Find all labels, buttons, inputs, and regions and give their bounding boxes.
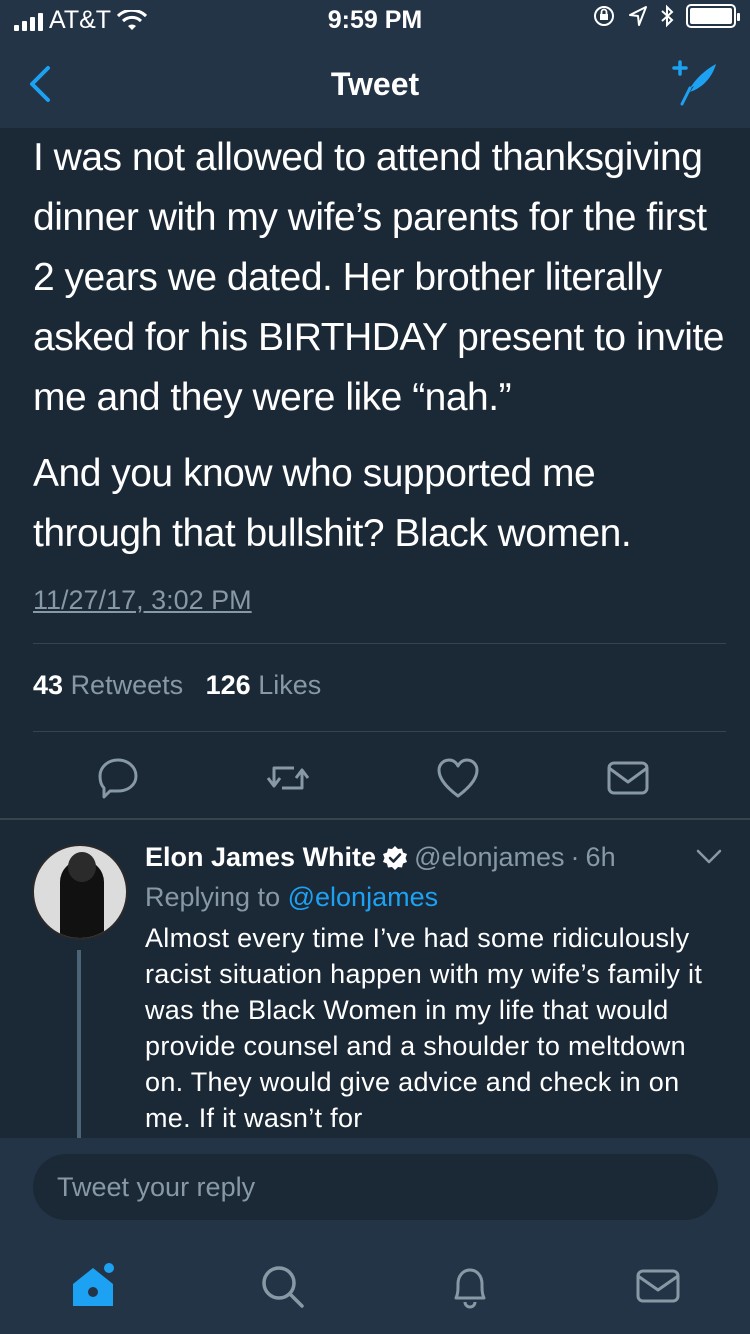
avatar[interactable] [32, 844, 128, 940]
page-title: Tweet [330, 66, 420, 102]
divider [33, 643, 726, 644]
author-handle[interactable]: @elonjames [414, 842, 564, 873]
nav-bar: Tweet [0, 40, 750, 128]
location-icon [629, 6, 647, 26]
reply-tweet[interactable]: Elon James White @elonjames · 6h Replyin… [0, 822, 750, 1138]
reply-header: Elon James White @elonjames · 6h [145, 842, 616, 873]
tweet-paragraph: And you know who supported me through th… [33, 452, 632, 555]
reply-composer-bar [0, 1138, 750, 1238]
orientation-lock-icon [594, 6, 614, 26]
time-ago: 6h [585, 842, 616, 872]
bell-icon[interactable] [446, 1262, 494, 1310]
mention-link[interactable]: @elonjames [288, 882, 438, 912]
home-icon[interactable] [69, 1262, 117, 1310]
retweet-icon[interactable] [266, 756, 310, 800]
verified-badge-icon [383, 845, 408, 870]
battery-icon [686, 4, 740, 28]
tweet-stats: 43 Retweets 126 Likes [33, 670, 321, 701]
search-icon[interactable] [258, 1262, 306, 1310]
reply-icon[interactable] [96, 756, 140, 800]
status-right [592, 4, 740, 28]
reply-input[interactable] [33, 1154, 718, 1220]
thread-line [77, 950, 81, 1138]
separator: · [570, 842, 580, 872]
author-name[interactable]: Elon James White [145, 842, 376, 873]
tweet-timestamp[interactable]: 11/27/17, 3:02 PM [33, 585, 252, 616]
compose-tweet-icon[interactable] [668, 58, 720, 106]
replying-to-label: Replying to [145, 882, 281, 912]
retweets-count[interactable]: 43 [33, 670, 63, 700]
divider [33, 731, 726, 732]
reply-text: Almost every time I’ve had some ridiculo… [145, 923, 703, 1133]
tweet-actions [0, 756, 750, 816]
section-divider [0, 818, 750, 820]
status-bar: AT&T 9:59 PM [0, 0, 750, 40]
chevron-down-icon[interactable] [696, 848, 722, 866]
bluetooth-icon [661, 4, 674, 28]
likes-label[interactable]: Likes [258, 670, 321, 700]
tweet-paragraph: I was not allowed to attend thanksgiving… [33, 136, 725, 419]
message-icon[interactable] [606, 756, 650, 800]
retweets-label[interactable]: Retweets [71, 670, 184, 700]
envelope-icon[interactable] [634, 1262, 682, 1310]
likes-count[interactable]: 126 [206, 670, 251, 700]
replying-to: Replying to @elonjames [145, 882, 438, 913]
tab-bar [0, 1238, 750, 1334]
heart-icon[interactable] [436, 756, 480, 800]
